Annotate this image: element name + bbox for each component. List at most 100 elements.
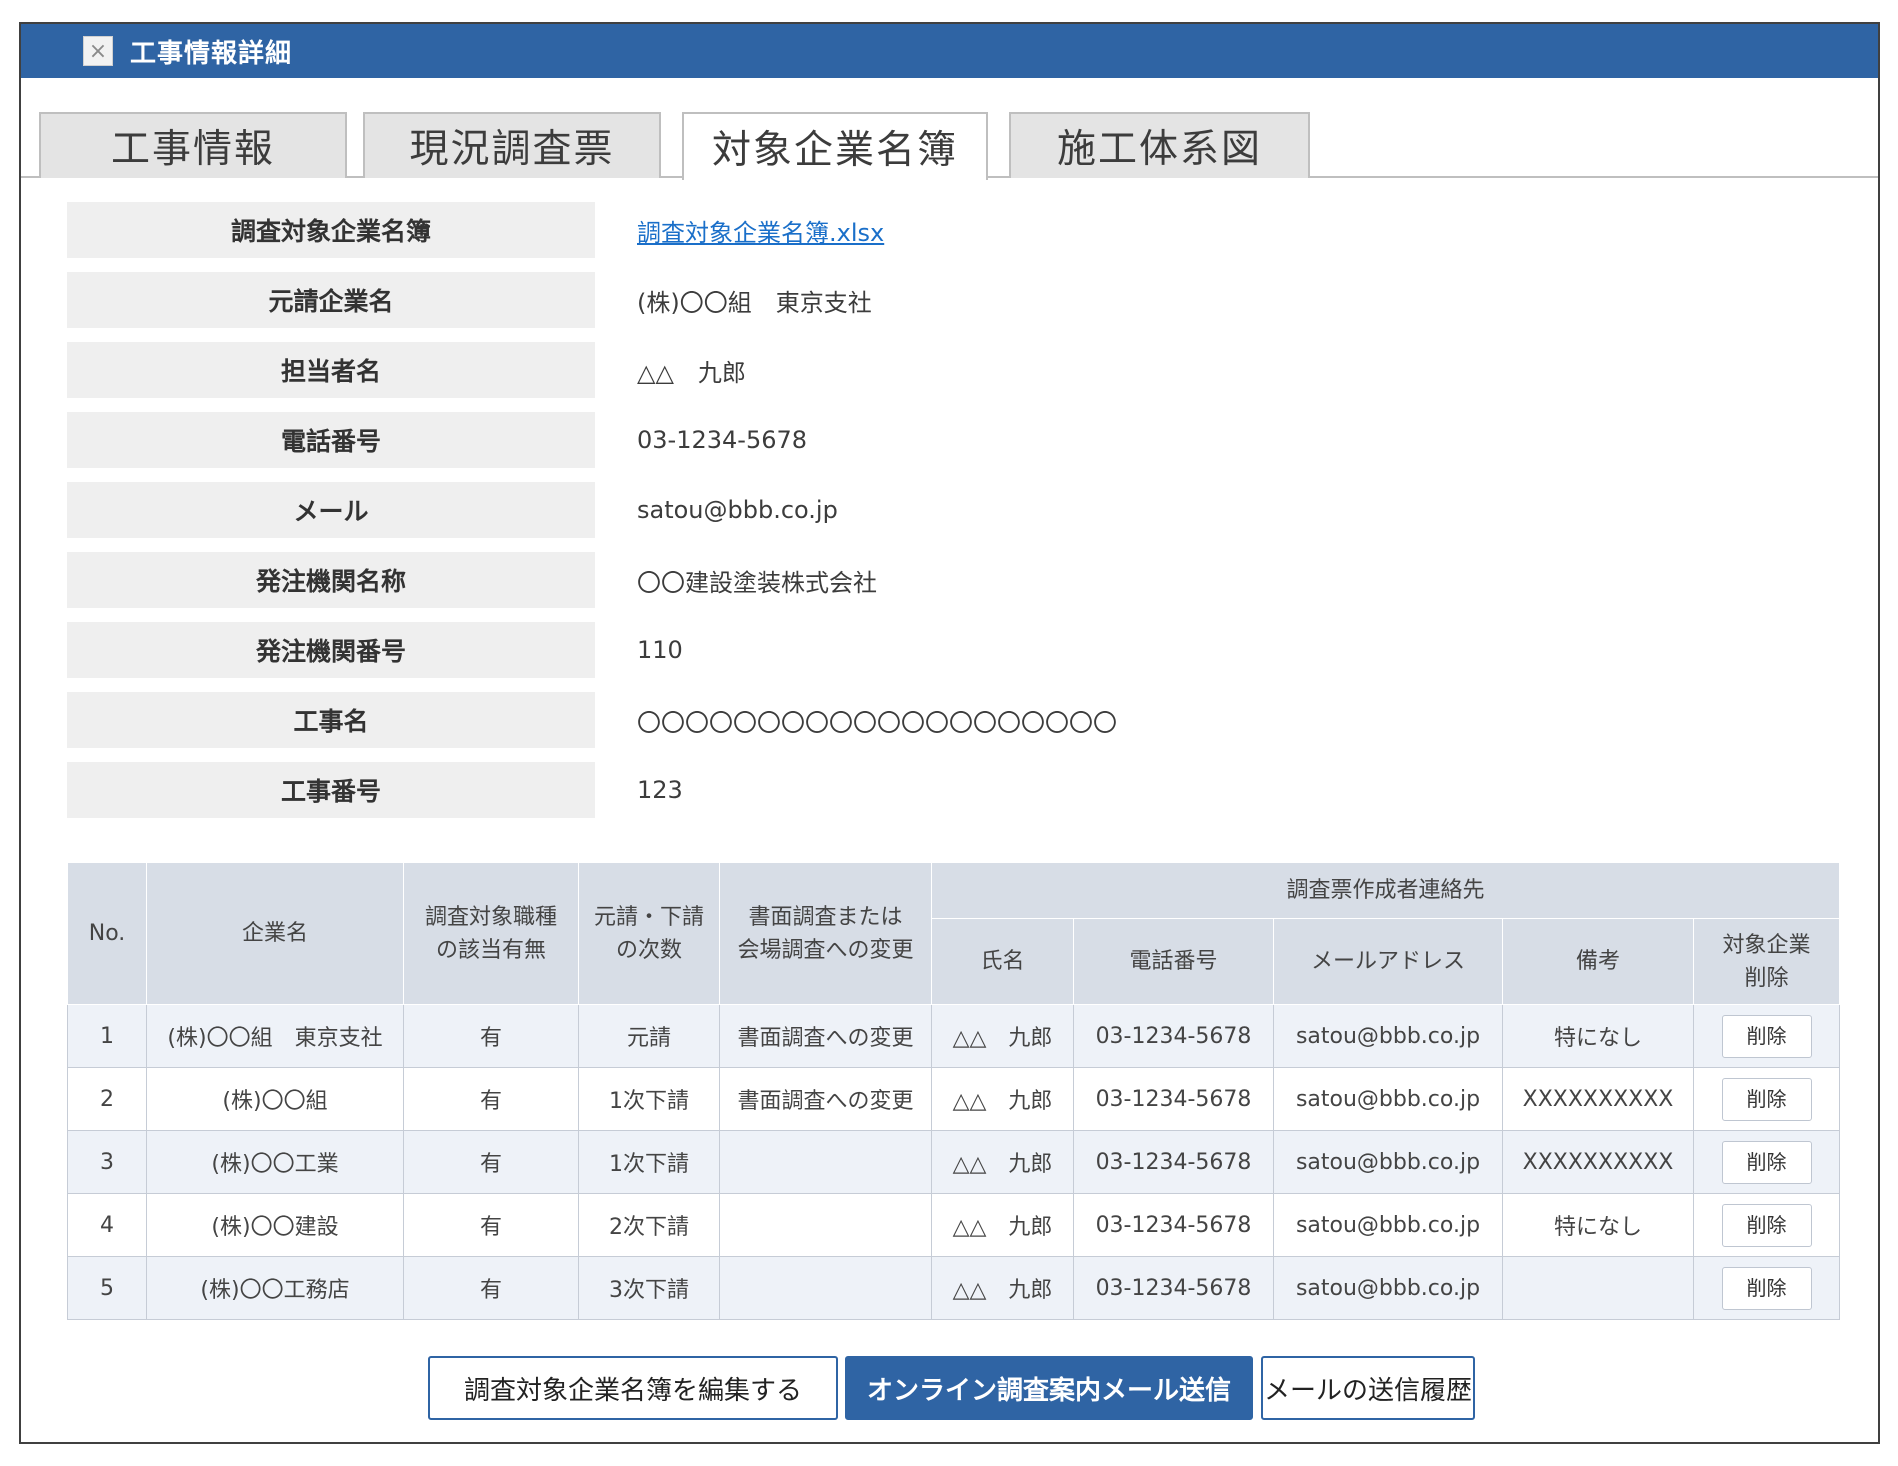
cell-tier: 3次下請 [578, 1256, 720, 1320]
cell-delete: 削除 [1692, 1193, 1841, 1257]
delete-button[interactable]: 削除 [1721, 1014, 1812, 1058]
info-row-client-number: 発注機関番号 110 [67, 622, 1847, 678]
info-label: 発注機関番号 [67, 622, 595, 678]
info-label: メール [67, 482, 595, 538]
info-value: △△ 九郎 [637, 358, 746, 387]
cell-delete: 削除 [1692, 1004, 1841, 1068]
info-row-contact-person: 担当者名 △△ 九郎 [67, 342, 1847, 398]
table-row: 2 (株)〇〇組 有 1次下請 書面調査への変更 △△ 九郎 03-1234-5… [67, 1067, 1841, 1131]
info-label: 担当者名 [67, 342, 595, 398]
cell-company: (株)〇〇組 [146, 1067, 404, 1131]
edit-company-list-button[interactable]: 調査対象企業名簿を編集する [428, 1356, 838, 1420]
send-survey-mail-button[interactable]: オンライン調査案内メール送信 [845, 1356, 1253, 1420]
cell-survey-change: 書面調査への変更 [719, 1004, 932, 1068]
cell-email: satou@bbb.co.jp [1273, 1067, 1503, 1131]
info-row-email: メール satou@bbb.co.jp [67, 482, 1847, 538]
tab-construction-chart[interactable]: 施工体系図 [1009, 112, 1310, 178]
cell-tier: 1次下請 [578, 1067, 720, 1131]
cell-no: 2 [67, 1067, 147, 1131]
info-value: 〇〇〇〇〇〇〇〇〇〇〇〇〇〇〇〇〇〇〇〇 [637, 708, 1117, 737]
delete-button[interactable]: 削除 [1721, 1203, 1812, 1247]
tab-company-list[interactable]: 対象企業名簿 [682, 112, 988, 180]
cell-applicable: 有 [403, 1130, 579, 1194]
info-value: 〇〇建設塗装株式会社 [637, 568, 877, 597]
info-label: 元請企業名 [67, 272, 595, 328]
cell-no: 1 [67, 1004, 147, 1068]
tab-bar: 工事情報 現況調査票 対象企業名簿 施工体系図 [21, 112, 1878, 180]
cell-name: △△ 九郎 [931, 1067, 1074, 1131]
cell-applicable: 有 [403, 1193, 579, 1257]
tab-survey-sheet[interactable]: 現況調査票 [363, 112, 661, 178]
info-row-project-number: 工事番号 123 [67, 762, 1847, 818]
cell-note: XXXXXXXXXX [1502, 1067, 1694, 1131]
company-list-file-link[interactable]: 調査対象企業名簿.xlsx [637, 213, 884, 248]
cell-survey-change [719, 1130, 932, 1194]
cell-note [1502, 1256, 1694, 1320]
close-icon[interactable]: × [83, 36, 113, 66]
cell-delete: 削除 [1692, 1067, 1841, 1131]
cell-no: 4 [67, 1193, 147, 1257]
window-title: 工事情報詳細 [130, 38, 293, 69]
info-row-company-list: 調査対象企業名簿 調査対象企業名簿.xlsx [67, 202, 1847, 258]
info-label: 工事番号 [67, 762, 595, 818]
cell-name: △△ 九郎 [931, 1004, 1074, 1068]
cell-no: 3 [67, 1130, 147, 1194]
cell-company: (株)〇〇建設 [146, 1193, 404, 1257]
header-name: 氏名 [931, 918, 1074, 1005]
cell-phone: 03-1234-5678 [1073, 1256, 1274, 1320]
title-bar: × 工事情報詳細 [21, 24, 1878, 78]
table-row: 4 (株)〇〇建設 有 2次下請 △△ 九郎 03-1234-5678 sato… [67, 1193, 1841, 1257]
cell-email: satou@bbb.co.jp [1273, 1193, 1503, 1257]
header-survey-change: 書面調査または 会場調査への変更 [719, 862, 932, 1005]
info-label: 調査対象企業名簿 [67, 202, 595, 258]
header-job-type: 調査対象職種 の該当有無 [403, 862, 579, 1005]
action-bar: 調査対象企業名簿を編集する オンライン調査案内メール送信 メールの送信履歴 [21, 1356, 1878, 1420]
mail-history-button[interactable]: メールの送信履歴 [1261, 1356, 1475, 1420]
table-row: 1 (株)〇〇組 東京支社 有 元請 書面調査への変更 △△ 九郎 03-123… [67, 1004, 1841, 1068]
info-value: satou@bbb.co.jp [637, 496, 838, 524]
cell-company: (株)〇〇組 東京支社 [146, 1004, 404, 1068]
cell-phone: 03-1234-5678 [1073, 1004, 1274, 1068]
cell-tier: 1次下請 [578, 1130, 720, 1194]
info-value: (株)〇〇組 東京支社 [637, 288, 872, 317]
info-row-project-name: 工事名 〇〇〇〇〇〇〇〇〇〇〇〇〇〇〇〇〇〇〇〇 [67, 692, 1847, 748]
cell-name: △△ 九郎 [931, 1193, 1074, 1257]
info-value: 123 [637, 776, 683, 804]
cell-tier: 元請 [578, 1004, 720, 1068]
delete-button[interactable]: 削除 [1721, 1077, 1812, 1121]
cell-no: 5 [67, 1256, 147, 1320]
cell-name: △△ 九郎 [931, 1256, 1074, 1320]
cell-phone: 03-1234-5678 [1073, 1193, 1274, 1257]
header-email: メールアドレス [1273, 918, 1503, 1005]
cell-note: XXXXXXXXXX [1502, 1130, 1694, 1194]
delete-button[interactable]: 削除 [1721, 1140, 1812, 1184]
cell-survey-change [719, 1256, 932, 1320]
header-tier: 元請・下請 の次数 [578, 862, 720, 1005]
table-row: 5 (株)〇〇工務店 有 3次下請 △△ 九郎 03-1234-5678 sat… [67, 1256, 1841, 1320]
cell-email: satou@bbb.co.jp [1273, 1130, 1503, 1194]
cell-phone: 03-1234-5678 [1073, 1067, 1274, 1131]
delete-button[interactable]: 削除 [1721, 1266, 1812, 1310]
cell-delete: 削除 [1692, 1256, 1841, 1320]
target-company-table: No. 企業名 調査対象職種 の該当有無 元請・下請 の次数 書面調査または 会場調査… [67, 862, 1841, 1320]
cell-tier: 2次下請 [578, 1193, 720, 1257]
cell-company: (株)〇〇工務店 [146, 1256, 404, 1320]
cell-note: 特になし [1502, 1193, 1694, 1257]
tab-project-info[interactable]: 工事情報 [39, 112, 347, 178]
detail-window: × 工事情報詳細 工事情報 現況調査票 対象企業名簿 施工体系図 調査対象企業名… [19, 22, 1880, 1444]
cell-survey-change: 書面調査への変更 [719, 1067, 932, 1131]
info-row-phone: 電話番号 03-1234-5678 [67, 412, 1847, 468]
cell-survey-change [719, 1193, 932, 1257]
info-label: 工事名 [67, 692, 595, 748]
cell-phone: 03-1234-5678 [1073, 1130, 1274, 1194]
cell-applicable: 有 [403, 1004, 579, 1068]
header-contact-group: 調査票作成者連絡先 [930, 862, 1841, 919]
header-no: No. [67, 862, 147, 1005]
info-value: 110 [637, 636, 683, 664]
header-company: 企業名 [146, 862, 404, 1005]
cell-email: satou@bbb.co.jp [1273, 1004, 1503, 1068]
header-delete: 対象企業 削除 [1692, 918, 1841, 1005]
info-row-client-name: 発注機関名称 〇〇建設塗装株式会社 [67, 552, 1847, 608]
cell-delete: 削除 [1692, 1130, 1841, 1194]
cell-applicable: 有 [403, 1256, 579, 1320]
